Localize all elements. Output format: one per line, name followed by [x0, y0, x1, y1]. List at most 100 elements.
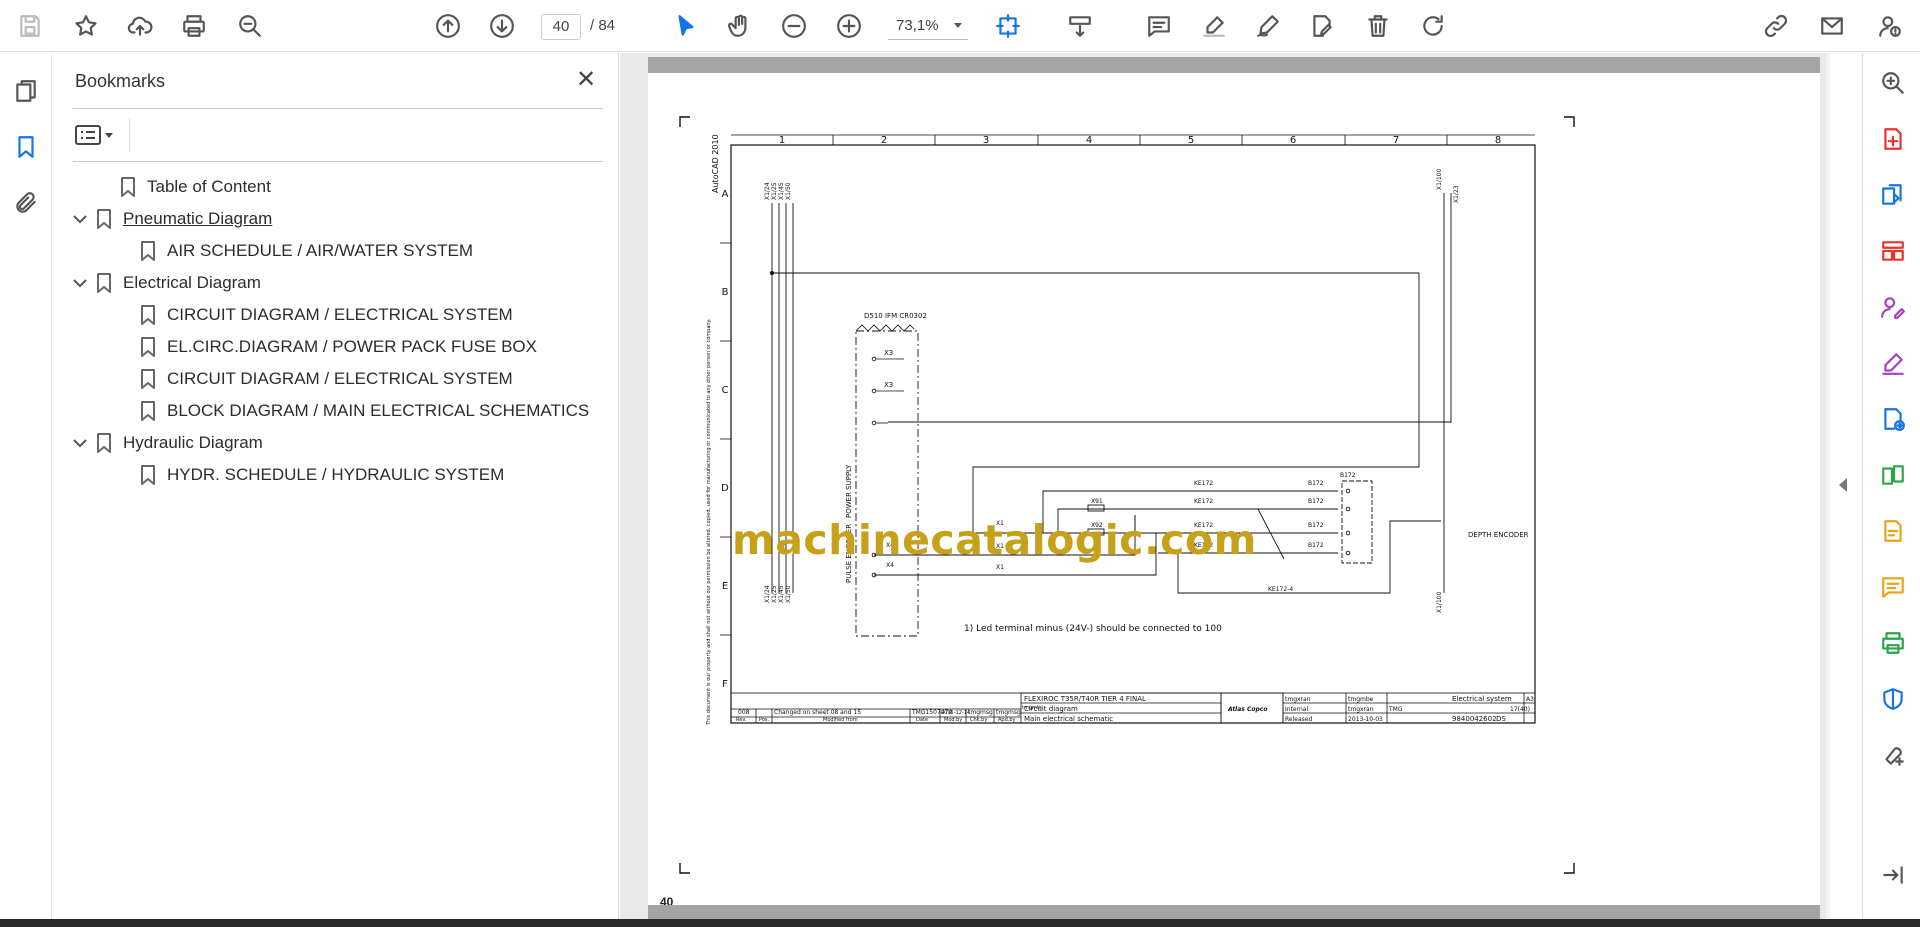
highlight-icon[interactable] — [1198, 10, 1230, 42]
more-tools-icon[interactable] — [1879, 741, 1907, 769]
device-label: KE172-4 — [1268, 586, 1293, 593]
bookmark-label: BLOCK DIAGRAM / MAIN ELECTRICAL SCHEMATI… — [167, 401, 590, 420]
rotate-icon[interactable] — [1417, 10, 1449, 42]
bookmark-item-table-of-content[interactable]: Table of Content — [97, 173, 271, 201]
tb-sheet: 17(40) — [1510, 706, 1530, 713]
zoom-dropdown[interactable]: 73,1% — [888, 14, 968, 40]
tb-format: A3 — [1526, 696, 1534, 703]
expand-panel-right-icon[interactable] — [1839, 478, 1847, 498]
organize-pages-icon[interactable] — [1879, 237, 1907, 265]
left-navigation-rail — [0, 53, 52, 919]
col-label: 6 — [1290, 135, 1296, 146]
tb-doc-no: 9840042602 — [1452, 715, 1497, 723]
compare-files-icon[interactable] — [1879, 461, 1907, 489]
wire-label: X1/45 — [778, 182, 785, 200]
create-pdf-icon[interactable] — [1879, 125, 1907, 153]
zoom-out-icon[interactable] — [778, 10, 810, 42]
edit-pdf-icon[interactable] — [1879, 517, 1907, 545]
page-number-input[interactable]: 40 — [541, 14, 581, 40]
print-production-icon[interactable] — [1879, 629, 1907, 657]
fit-page-icon[interactable] — [992, 10, 1024, 42]
bookmark-item-circuit-diagram-1[interactable]: CIRCUIT DIAGRAM / ELECTRICAL SYSTEM — [117, 301, 513, 329]
col-label: 7 — [1393, 135, 1399, 146]
export-pdf-icon[interactable] — [1879, 405, 1907, 433]
collapse-tools-icon[interactable] — [1879, 861, 1907, 889]
edit-text-icon[interactable] — [1306, 10, 1338, 42]
hand-icon[interactable] — [724, 10, 756, 42]
bookmark-item-el-circ-diagram[interactable]: EL.CIRC.DIAGRAM / POWER PACK FUSE BOX — [117, 333, 537, 361]
divider — [73, 108, 603, 109]
chevron-down-icon[interactable] — [73, 276, 87, 290]
tb-chkby-header: Chk.by — [970, 717, 987, 723]
device-label: B172 — [1308, 542, 1324, 549]
delete-icon[interactable] — [1362, 10, 1394, 42]
email-icon[interactable] — [1816, 10, 1848, 42]
attachment-icon[interactable] — [12, 189, 40, 217]
zoom-in-icon[interactable] — [833, 10, 865, 42]
atlas-copco-logo: Atlas Copco — [1227, 706, 1267, 713]
tb-designation: Electrical system — [1452, 695, 1512, 703]
bookmark-icon[interactable] — [12, 133, 40, 161]
device-label: B172 — [1308, 522, 1324, 529]
draw-icon[interactable] — [1252, 10, 1284, 42]
tb-project: FLEXIROC T35R/T40R TIER 4 FINAL — [1024, 695, 1146, 703]
bookmark-item-pneumatic-diagram[interactable]: Pneumatic Diagram — [71, 205, 272, 233]
combine-files-icon[interactable] — [1879, 181, 1907, 209]
tb-mod-by: tmgmsg — [968, 709, 993, 716]
tb-chk-by: tmgmsg — [996, 709, 1021, 716]
bookmark-item-block-diagram[interactable]: BLOCK DIAGRAM / MAIN ELECTRICAL SCHEMATI… — [117, 397, 589, 425]
bookmark-options-button[interactable] — [75, 120, 119, 150]
protect-icon[interactable] — [1879, 685, 1907, 713]
star-icon[interactable] — [70, 10, 102, 42]
previous-page-edge — [648, 57, 1820, 73]
bookmark-item-circuit-diagram-2[interactable]: CIRCUIT DIAGRAM / ELECTRICAL SYSTEM — [117, 365, 513, 393]
page-up-icon[interactable] — [432, 10, 464, 42]
save-icon[interactable] — [14, 10, 46, 42]
print-icon[interactable] — [178, 10, 210, 42]
cloud-upload-icon[interactable] — [124, 10, 156, 42]
chevron-down-icon[interactable] — [73, 212, 87, 226]
fill-sign-icon[interactable] — [1879, 349, 1907, 377]
zoom-value: 73,1% — [896, 17, 939, 34]
connector-label: X3 — [884, 349, 893, 357]
bookmark-item-hydraulic-diagram[interactable]: Hydraulic Diagram — [71, 429, 263, 457]
bookmark-label: CIRCUIT DIAGRAM / ELECTRICAL SYSTEM — [167, 369, 513, 388]
link-share-icon[interactable] — [1760, 10, 1792, 42]
comment-tool-icon[interactable] — [1879, 573, 1907, 601]
bookmark-item-air-schedule[interactable]: AIR SCHEDULE / AIR/WATER SYSTEM — [117, 237, 473, 265]
tb-pos-header: Pos. — [759, 717, 770, 723]
request-signatures-icon[interactable] — [1879, 293, 1907, 321]
page-down-icon[interactable] — [486, 10, 518, 42]
col-label: 5 — [1188, 135, 1194, 146]
bookmark-flag-icon — [141, 337, 155, 357]
tb-doc-suffix: DS — [1496, 715, 1506, 723]
taskbar-edge — [0, 919, 1920, 927]
search-icon[interactable] — [1879, 69, 1907, 97]
row-label: D — [721, 483, 729, 494]
bookmark-item-electrical-diagram[interactable]: Electrical Diagram — [71, 269, 261, 297]
list-icon — [75, 125, 101, 145]
tb-change-date: 2015-12-14 — [941, 710, 970, 716]
col-label: 3 — [983, 135, 989, 146]
account-help-icon[interactable] — [1874, 10, 1906, 42]
bookmark-label: Electrical Diagram — [123, 273, 261, 292]
comment-icon[interactable] — [1143, 10, 1175, 42]
wire-label: X1/50 — [785, 182, 792, 200]
bookmarks-panel: Bookmarks ✕ Table of Content Pneumatic D… — [53, 53, 619, 919]
pdf-page[interactable]: 1 2 3 4 5 6 7 8 A B C D E F AutoCAD 2010 — [648, 73, 1820, 909]
bookmark-flag-icon — [97, 273, 111, 293]
bookmark-item-hydr-schedule[interactable]: HYDR. SCHEDULE / HYDRAULIC SYSTEM — [117, 461, 504, 489]
close-icon[interactable]: ✕ — [573, 67, 599, 93]
autocad-label: AutoCAD 2010 — [711, 134, 720, 193]
scroll-mode-icon[interactable] — [1064, 10, 1096, 42]
right-tools-rail — [1862, 53, 1920, 919]
wire-label: X1/23 — [1453, 185, 1460, 203]
tb-approver: tmgmbe — [1348, 696, 1374, 703]
chevron-down-icon[interactable] — [73, 436, 87, 450]
search-zoom-icon[interactable] — [234, 10, 266, 42]
page-thumbnails-icon[interactable] — [12, 77, 40, 105]
row-label: E — [722, 581, 728, 592]
bookmark-label: EL.CIRC.DIAGRAM / POWER PACK FUSE BOX — [167, 337, 537, 356]
select-cursor-icon[interactable] — [670, 10, 702, 42]
document-viewer[interactable]: 1 2 3 4 5 6 7 8 A B C D E F AutoCAD 2010 — [620, 53, 1860, 919]
